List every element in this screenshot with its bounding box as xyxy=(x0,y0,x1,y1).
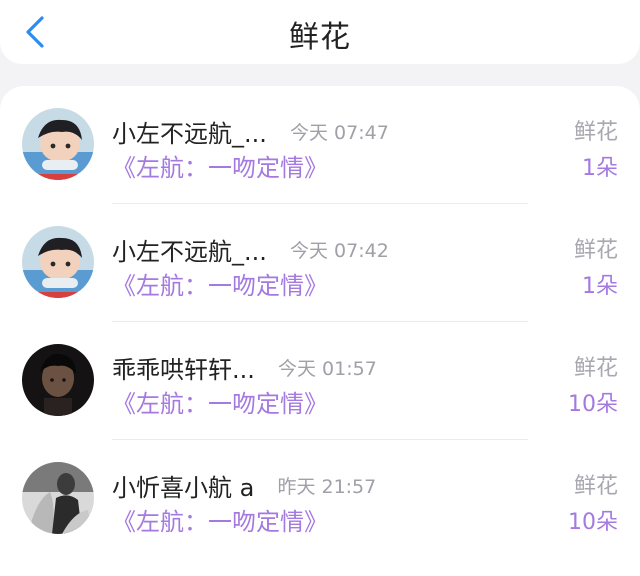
gift-type-label: 鲜花 xyxy=(573,356,618,381)
gift-count: 10朵 xyxy=(568,392,618,417)
avatar[interactable] xyxy=(22,344,94,416)
list-item[interactable]: 乖乖哄轩轩... 今天 01:57 《左航：一吻定情》 鲜花 10朵 xyxy=(0,322,640,440)
list-item[interactable]: 小左不远航_... 今天 07:47 《左航：一吻定情》 鲜花 1朵 xyxy=(0,86,640,204)
timestamp: 今天 01:57 xyxy=(277,358,377,380)
top-nav-bar: 鲜花 xyxy=(0,0,640,64)
timestamp: 昨天 21:57 xyxy=(277,476,377,498)
user-name[interactable]: 小忻喜小航 a xyxy=(112,474,254,502)
user-name[interactable]: 乖乖哄轩轩... xyxy=(112,356,255,384)
list-item[interactable]: 小忻喜小航 a 昨天 21:57 《左航：一吻定情》 鲜花 10朵 xyxy=(0,440,640,558)
avatar[interactable] xyxy=(22,226,94,298)
gift-count: 1朵 xyxy=(582,156,618,181)
gift-type-label: 鲜花 xyxy=(573,120,618,145)
user-name[interactable]: 小左不远航_... xyxy=(112,238,267,266)
timestamp: 今天 07:42 xyxy=(289,240,389,262)
gift-type-label: 鲜花 xyxy=(573,474,618,499)
avatar[interactable] xyxy=(22,108,94,180)
work-title-link[interactable]: 《左航：一吻定情》 xyxy=(112,502,328,537)
avatar[interactable] xyxy=(22,462,94,534)
timestamp: 今天 07:47 xyxy=(289,122,389,144)
page-title: 鲜花 xyxy=(289,20,351,55)
work-title-link[interactable]: 《左航：一吻定情》 xyxy=(112,384,328,419)
work-title-link[interactable]: 《左航：一吻定情》 xyxy=(112,266,328,301)
flower-gift-list: 小左不远航_... 今天 07:47 《左航：一吻定情》 鲜花 1朵 小左不远航… xyxy=(0,86,640,576)
gift-count: 10朵 xyxy=(568,510,618,535)
list-item[interactable]: 小左不远航_... 今天 07:42 《左航：一吻定情》 鲜花 1朵 xyxy=(0,204,640,322)
user-name[interactable]: 小左不远航_... xyxy=(112,120,267,148)
work-title-link[interactable]: 《左航：一吻定情》 xyxy=(112,148,328,183)
gift-type-label: 鲜花 xyxy=(573,238,618,263)
gift-count: 1朵 xyxy=(582,274,618,299)
